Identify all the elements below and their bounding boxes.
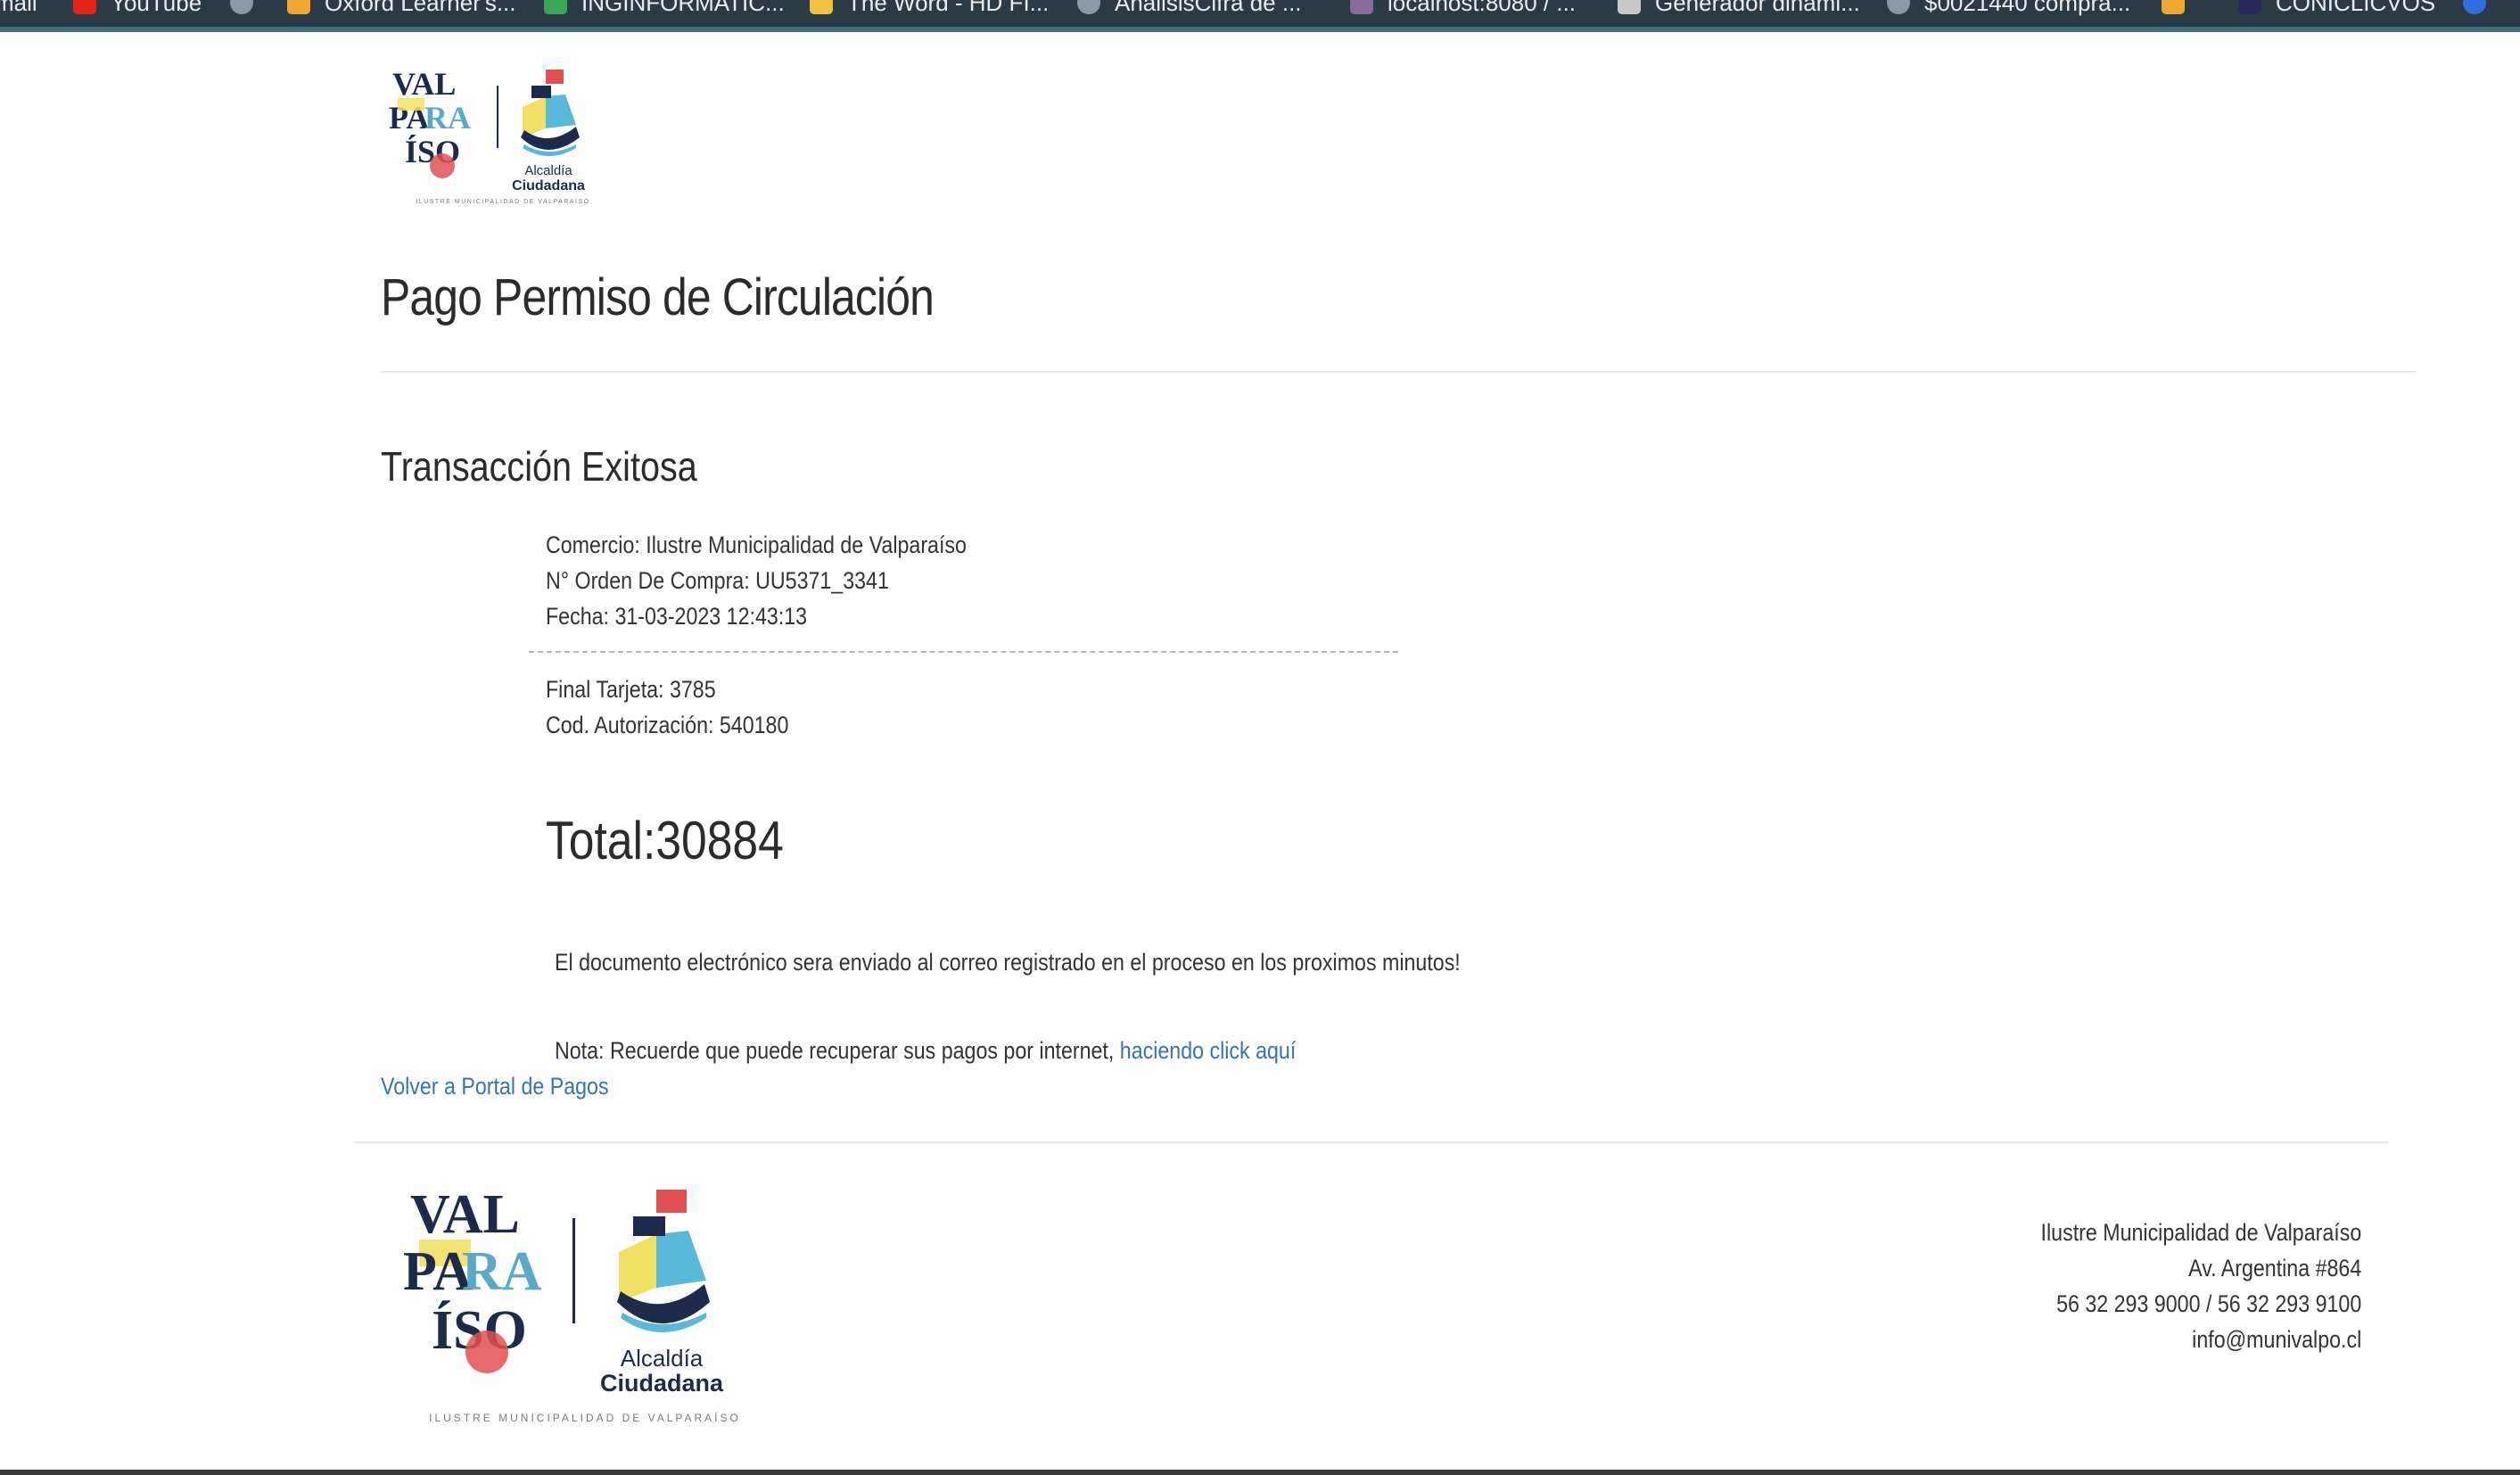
logo-subtitle-text: ILUSTRE MUNICIPALIDAD DE VALPARAÍSO: [416, 197, 589, 205]
bookmark-inginformatic[interactable]: INGINFORMATIC...: [544, 0, 785, 18]
footer-logo-subtitle-text: ILUSTRE MUNICIPALIDAD DE VALPARAÍSO: [429, 1411, 741, 1424]
recover-payments-link[interactable]: haciendo click aquí: [1120, 1037, 1297, 1064]
bookmarks-strip: mail YouTube Oxford Learner's... INGINFO…: [0, 0, 2520, 27]
footer-logo-ciudadana-text: Ciudadana: [600, 1370, 724, 1397]
header-logo: VAL PA RA ÍSO Alcaldía Ciudadana ILUSTRE…: [389, 62, 617, 210]
dashed-divider: [529, 651, 1398, 653]
globe-icon: [1887, 0, 1910, 14]
bookmark-label: mail: [0, 0, 37, 16]
valparaiso-logo-icon: VAL PA RA ÍSO Alcaldía Ciudadana ILUSTRE…: [389, 66, 589, 205]
valparaiso-footer-logo-icon: VAL PA RA ÍSO Alcaldía Ciudadana ILUSTRE…: [403, 1184, 741, 1424]
bookmark-label: Generador dinami...: [1655, 0, 1860, 16]
logo-alcaldia-text: Alcaldía: [524, 163, 572, 178]
bookmark-youtube[interactable]: YouTube: [73, 0, 202, 18]
bookmark-compra[interactable]: $0021440 compra...: [1887, 0, 2130, 18]
fecha-text: Fecha: 31-03-2023 12:43:13: [546, 603, 808, 630]
volver-container: Volver a Portal de Pagos: [381, 1073, 609, 1100]
footer-logo-alcaldia-text: Alcaldía: [621, 1345, 704, 1372]
bookmark-label: localhost:8080 / ...: [1388, 0, 1577, 16]
page-title: Pago Permiso de Circulación: [381, 268, 935, 326]
bookmark-label: $0021440 compra...: [1924, 0, 2131, 16]
bookmark-google[interactable]: [2463, 0, 2500, 18]
bookmark-coniclicvos[interactable]: CONICLICVOS: [2238, 0, 2435, 18]
bookmark-analisis[interactable]: AnalisisCifra de ...: [1077, 0, 1302, 18]
oxford-favicon-icon: [287, 0, 310, 14]
footer-divider: [354, 1141, 2389, 1143]
bookmark-label: Oxford Learner's...: [325, 0, 516, 16]
youtube-icon: [73, 0, 96, 14]
svg-text:VAL: VAL: [392, 66, 456, 102]
bottom-edge: [0, 1470, 2520, 1475]
bookmark-label: The Word - HD FI...: [847, 0, 1050, 16]
total-amount: Total:30884: [546, 811, 784, 870]
nota-text: Nota: Recuerde que puede recuperar sus p…: [555, 1037, 1120, 1064]
svg-text:RA: RA: [462, 1241, 542, 1302]
svg-text:VAL: VAL: [410, 1184, 520, 1245]
footer-email: info@munivalpo.cl: [2191, 1326, 2361, 1353]
bookmark-oxford[interactable]: Oxford Learner's...: [287, 0, 516, 18]
globe-icon: [230, 0, 253, 14]
bookmark-folder[interactable]: [2162, 0, 2199, 18]
logo-ciudadana-text: Ciudadana: [512, 178, 585, 194]
bookmark-the-word[interactable]: The Word - HD FI...: [810, 0, 1049, 18]
bookmark-label: CONICLICVOS: [2276, 0, 2436, 16]
bookmark-favicon-icon: [2162, 0, 2185, 14]
nota-message: Nota: Recuerde que puede recuperar sus p…: [555, 1037, 1296, 1065]
footer-contact: Ilustre Municipalidad de Valparaíso Av. …: [1989, 1215, 2361, 1357]
orden-compra-text: N° Orden De Compra: UU5371_3341: [546, 567, 889, 594]
section-title: Transacción Exitosa: [381, 443, 697, 490]
coniclicvos-favicon-icon: [2238, 0, 2261, 14]
svg-text:RA: RA: [424, 100, 471, 136]
browser-bookmarks-bar: mail YouTube Oxford Learner's... INGINFO…: [0, 0, 2520, 32]
bookmark-mail[interactable]: mail: [0, 0, 37, 18]
bookmark-generador[interactable]: Generador dinami...: [1618, 0, 1860, 18]
footer-address: Av. Argentina #864: [2187, 1255, 2361, 1281]
back-to-payments-portal-link[interactable]: Volver a Portal de Pagos: [381, 1073, 609, 1100]
documento-message: El documento electrónico sera enviado al…: [555, 949, 1461, 976]
google-favicon-icon: [2463, 0, 2486, 14]
phpmyadmin-icon: [1350, 0, 1373, 14]
bookmark-globe-1[interactable]: [230, 0, 268, 18]
footer-logo: VAL PA RA ÍSO Alcaldía Ciudadana ILUSTRE…: [398, 1177, 772, 1430]
cod-autorizacion-text: Cod. Autorización: 540180: [546, 712, 789, 738]
comercio-text: Comercio: Ilustre Municipalidad de Valpa…: [546, 531, 967, 558]
generador-favicon-icon: [1618, 0, 1641, 14]
the-word-favicon-icon: [810, 0, 833, 14]
footer-phones: 56 32 293 9000 / 56 32 293 9100: [2055, 1290, 2361, 1317]
globe-icon: [1077, 0, 1100, 14]
bookmark-localhost[interactable]: localhost:8080 / ...: [1350, 0, 1576, 18]
bookmark-label: INGINFORMATIC...: [581, 0, 785, 16]
footer-org: Ilustre Municipalidad de Valparaíso: [2040, 1219, 2361, 1246]
inginformatic-favicon-icon: [544, 0, 567, 14]
bookmark-label: YouTube: [111, 0, 202, 16]
divider: [381, 371, 2416, 373]
bookmark-label: AnalisisCifra de ...: [1115, 0, 1302, 16]
final-tarjeta-text: Final Tarjeta: 3785: [546, 676, 716, 703]
